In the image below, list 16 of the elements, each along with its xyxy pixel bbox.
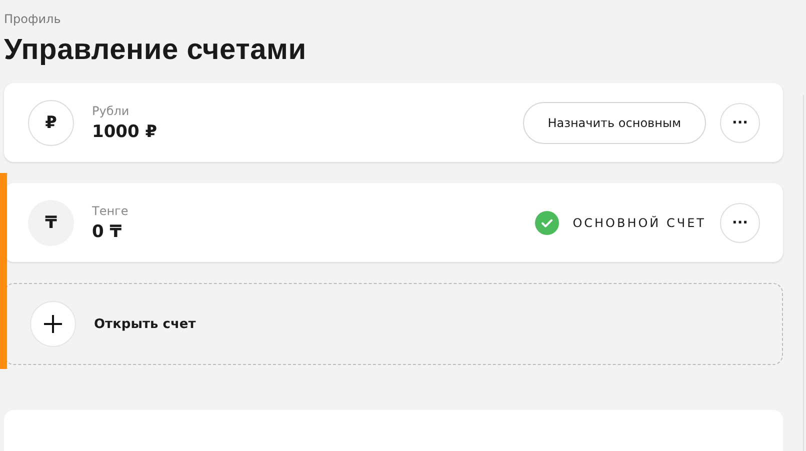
more-button[interactable]: ··· <box>720 202 760 242</box>
account-balance: 0 ₸ <box>92 222 122 242</box>
plus-icon <box>30 301 76 347</box>
open-account-button[interactable]: Открыть счет <box>4 283 783 365</box>
currency-icon: ₸ <box>28 200 74 246</box>
currency-name: Рубли <box>92 104 130 118</box>
more-button[interactable]: ··· <box>720 102 760 142</box>
check-icon <box>534 210 559 234</box>
primary-account-label: ОСНОВНОЙ СЧЕТ <box>572 216 706 230</box>
open-account-label: Открыть счет <box>94 316 196 332</box>
currency-icon: ₽ <box>28 100 74 146</box>
account-balance: 1000 ₽ <box>92 122 158 142</box>
page-title: Управление счетами <box>4 34 306 67</box>
breadcrumb-link[interactable]: Профиль <box>4 12 61 26</box>
make-primary-button[interactable]: Назначить основным <box>522 102 706 144</box>
currency-name: Тенге <box>92 204 128 218</box>
